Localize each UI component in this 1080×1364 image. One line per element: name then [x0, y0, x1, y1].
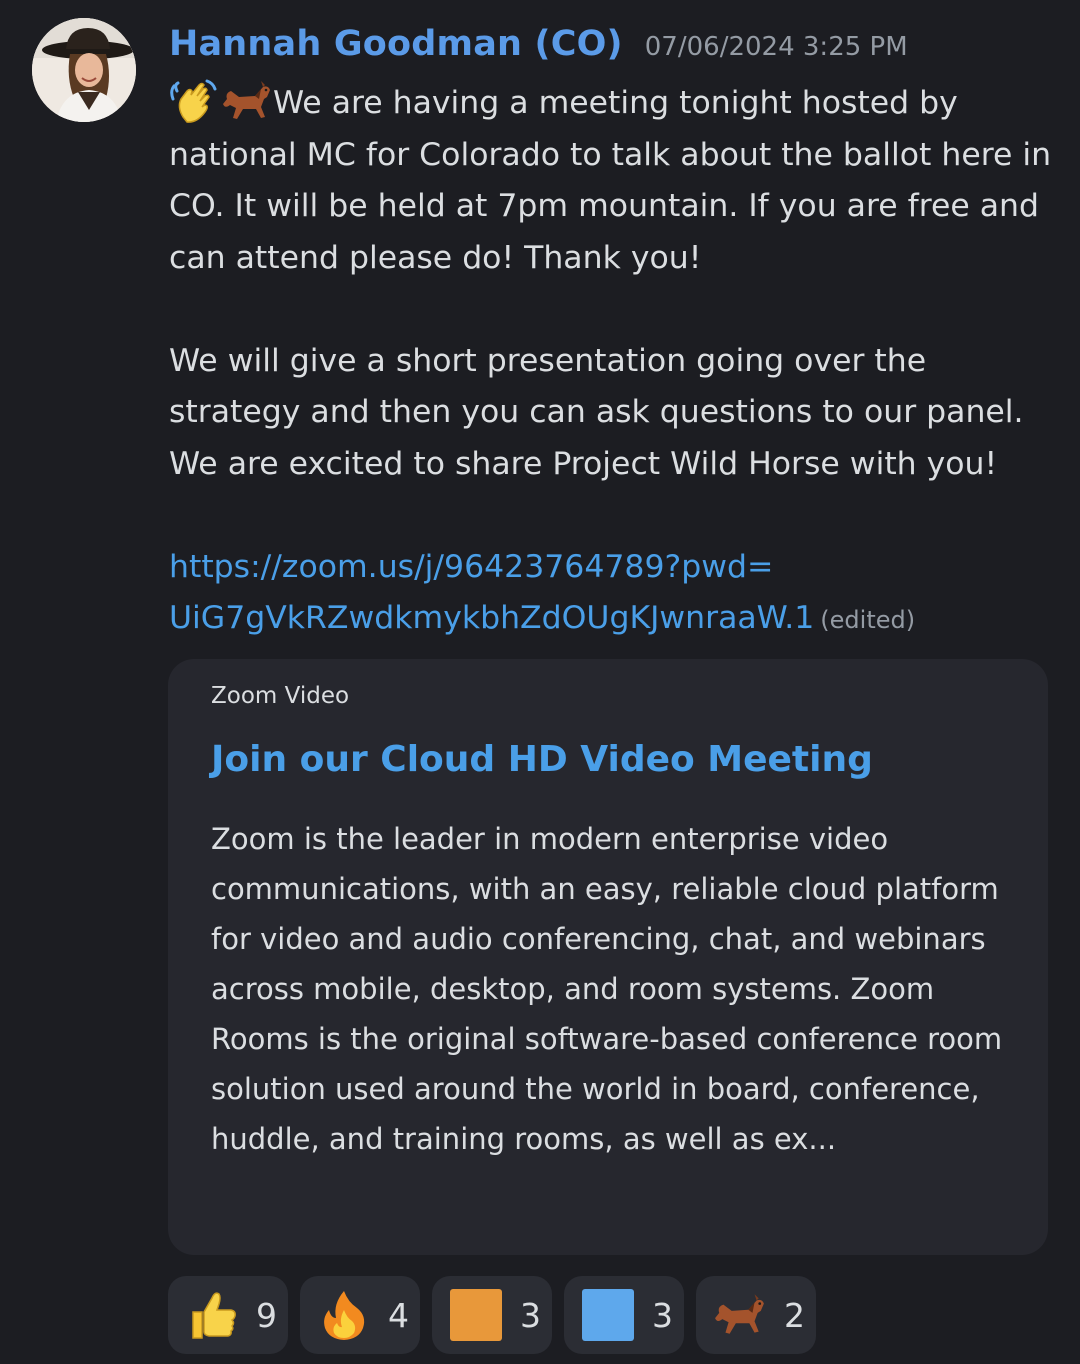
reaction-orange-square[interactable]: 3 [432, 1276, 552, 1354]
zoom-link-line-1[interactable]: https://zoom.us/j/96423764789?pwd= [169, 549, 773, 585]
horse-icon [712, 1287, 768, 1343]
reaction-blue-square[interactable]: 3 [564, 1276, 684, 1354]
embed-title[interactable]: Join our Cloud HD Video Meeting [211, 739, 873, 780]
waving-hand-icon [169, 77, 221, 125]
reaction-thumbs-up[interactable]: 9 [168, 1276, 288, 1354]
embed-provider[interactable]: Zoom Video [211, 683, 349, 709]
chat-message: Hannah Goodman (CO) 07/06/2024 3:25 PM W… [0, 0, 1080, 1364]
reaction-count: 2 [784, 1295, 805, 1335]
zoom-link-line-2[interactable]: UiG7gVkRZwdkmykbhZdOUgKJwnraaW.1 [169, 600, 814, 636]
fire-icon [316, 1287, 372, 1343]
message-paragraph-2: We will give a short presentation going … [169, 342, 1024, 482]
reaction-count: 3 [652, 1295, 673, 1335]
message-timestamp: 07/06/2024 3:25 PM [644, 32, 908, 62]
paragraph-1-text: We are having a meeting tonight hosted b… [169, 85, 1052, 276]
reaction-count: 3 [520, 1295, 541, 1335]
orange-square-icon [448, 1287, 504, 1343]
message-content: We are having a meeting tonight hosted b… [169, 77, 1059, 647]
reactions-bar: 9 4 3 3 2 [168, 1276, 816, 1354]
embed-description: Zoom is the leader in modern enterprise … [211, 822, 1003, 1156]
message-paragraph-1: We are having a meeting tonight hosted b… [169, 77, 1059, 284]
edited-label: (edited) [820, 606, 916, 634]
zoom-link[interactable]: https://zoom.us/j/96423764789?pwd= UiG7gV… [169, 549, 814, 637]
reaction-count: 4 [388, 1295, 409, 1335]
reaction-horse[interactable]: 2 [696, 1276, 816, 1354]
message-header: Hannah Goodman (CO) 07/06/2024 3:25 PM [169, 24, 908, 74]
reaction-count: 9 [256, 1295, 277, 1335]
horse-icon [221, 77, 273, 125]
link-embed: Zoom Video Join our Cloud HD Video Meeti… [168, 659, 1048, 1255]
thumbs-up-icon [184, 1287, 240, 1343]
message-link-paragraph: https://zoom.us/j/96423764789?pwd= UiG7gV… [169, 542, 1059, 647]
reaction-fire[interactable]: 4 [300, 1276, 420, 1354]
author-name[interactable]: Hannah Goodman (CO) [169, 24, 623, 64]
user-avatar[interactable] [32, 18, 136, 122]
blue-square-icon [580, 1287, 636, 1343]
